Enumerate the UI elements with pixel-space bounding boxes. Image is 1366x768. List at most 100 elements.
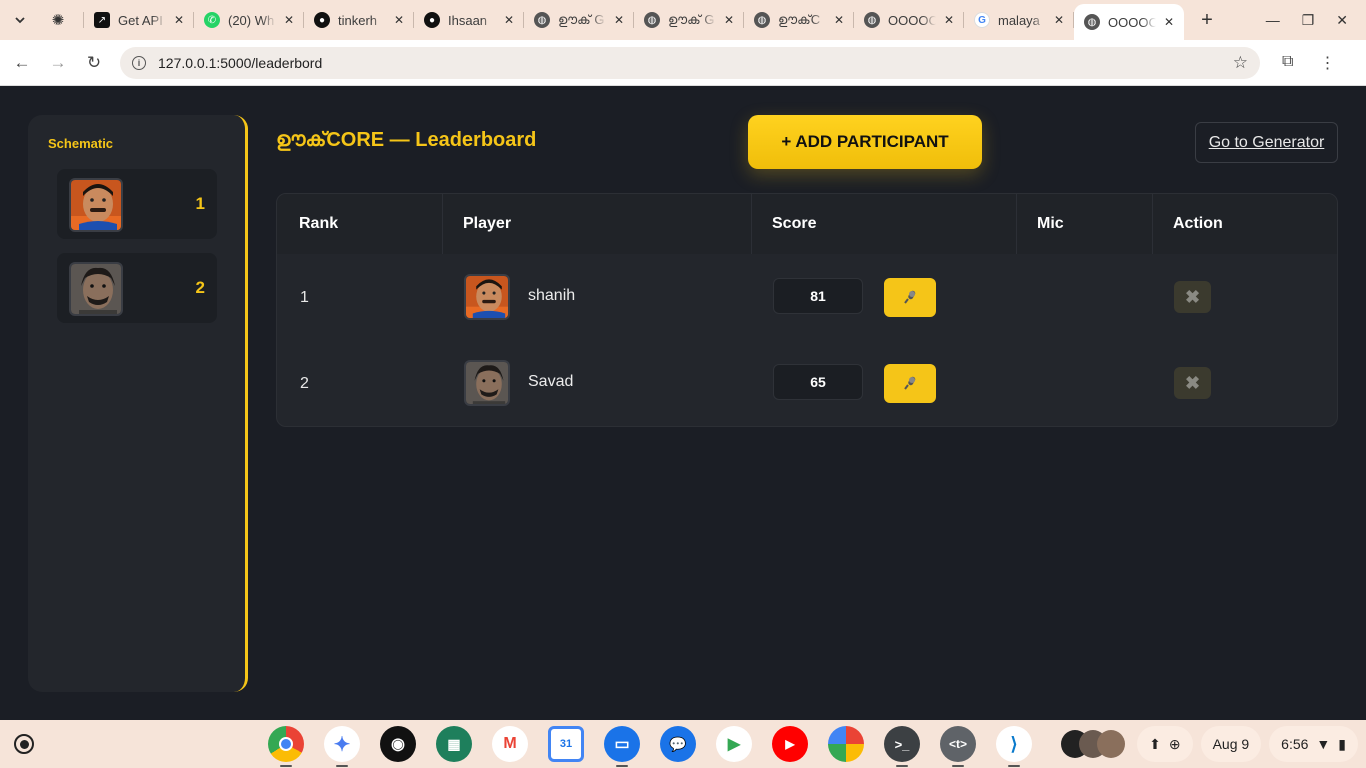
sidebar-item[interactable]: 1 <box>57 169 217 239</box>
tab-ook-c[interactable]: ◍ ഊക്C ✕ <box>744 0 854 40</box>
tab-title: ഊക് G <box>668 12 715 27</box>
extensions-icon[interactable]: ⧉ <box>1282 53 1293 73</box>
tray-avatars[interactable] <box>1057 726 1129 762</box>
files-icon[interactable]: ▭ <box>604 726 640 767</box>
avatar <box>69 262 123 316</box>
score-field[interactable]: 81 <box>773 278 863 314</box>
table-row: 2 Savad 65 ✖ <box>277 340 1337 426</box>
close-tab-icon[interactable]: ✕ <box>1164 15 1174 29</box>
tab-ooooc-active[interactable]: ◍ OOOOC ✕ <box>1074 4 1184 40</box>
globe-icon: ◍ <box>534 12 550 28</box>
globe-icon: ◍ <box>644 12 660 28</box>
reload-icon[interactable]: ↻ <box>76 53 112 73</box>
globe-icon: ◍ <box>1084 14 1100 30</box>
chrome-icon[interactable] <box>268 726 304 767</box>
close-tab-icon[interactable]: ✕ <box>944 13 954 27</box>
bookmark-star-icon[interactable]: ☆ <box>1233 53 1248 73</box>
mic-button[interactable] <box>884 364 936 403</box>
launcher-icon[interactable] <box>14 734 34 754</box>
tab-title: ഊക് G <box>558 12 605 27</box>
close-tab-icon[interactable]: ✕ <box>174 13 184 27</box>
upload-icon[interactable]: ⬆ <box>1149 736 1161 753</box>
player-avatar <box>464 274 510 320</box>
pinned-apps: ✦ ◉ ▦ M 31 ▭ 💬 ▶ ▶ >_ <t> ⟩ <box>268 726 1032 767</box>
avatar-savad-image <box>71 264 121 314</box>
minimize-icon[interactable]: — <box>1266 12 1280 28</box>
tray-actions[interactable]: ⬆ ⊕ <box>1137 726 1193 762</box>
close-tab-icon[interactable]: ✕ <box>1054 13 1064 27</box>
close-tab-icon[interactable]: ✕ <box>504 13 514 27</box>
tab-title: OOOOC <box>888 12 936 28</box>
api-icon: ↗ <box>94 12 110 28</box>
vscode-icon[interactable]: ⟩ <box>996 726 1032 767</box>
tab-get-api[interactable]: ↗ Get API ✕ <box>84 0 194 40</box>
tab-ook-g-1[interactable]: ◍ ഊക് G ✕ <box>524 0 634 40</box>
score-field[interactable]: 65 <box>773 364 863 400</box>
tab-openai[interactable]: ✺ <box>40 0 84 40</box>
messages-icon[interactable]: 💬 <box>660 726 696 762</box>
forward-arrow-icon[interactable]: → <box>40 53 76 73</box>
add-icon[interactable]: ⊕ <box>1169 736 1181 753</box>
delete-x-icon: ✖ <box>1184 372 1201 393</box>
tab-search-button[interactable] <box>6 6 34 34</box>
sidebar-item[interactable]: 2 <box>57 253 217 323</box>
microphone-icon <box>904 290 916 304</box>
go-to-generator-link[interactable]: Go to Generator <box>1195 122 1338 163</box>
site-info-icon[interactable]: i <box>132 55 146 70</box>
close-tab-icon[interactable]: ✕ <box>284 13 294 27</box>
mic-button[interactable] <box>884 278 936 317</box>
globe-icon: ◍ <box>864 12 880 28</box>
calendar-icon[interactable]: 31 <box>548 726 584 762</box>
table-header: Rank Player Score Mic Action <box>277 194 1337 254</box>
gmail-icon[interactable]: M <box>492 726 528 762</box>
play-store-icon[interactable]: ▶ <box>716 726 752 762</box>
tab-github-tinkerhub[interactable]: ● tinkerh ✕ <box>304 0 414 40</box>
browser-toolbar: ← → ↻ i 127.0.0.1:5000/leaderbord ☆ ⧉ ⋮ <box>0 40 1366 86</box>
sidebar-rank: 1 <box>195 194 205 213</box>
delete-button[interactable]: ✖ <box>1174 281 1211 313</box>
youtube-icon[interactable]: ▶ <box>772 726 808 762</box>
tab-whatsapp[interactable]: ✆ (20) Wh ✕ <box>194 0 304 40</box>
whatsapp-icon: ✆ <box>204 12 220 28</box>
tab-github-ihsaan[interactable]: ● Ihsaan ✕ <box>414 0 524 40</box>
podcasts-icon[interactable]: ◉ <box>380 726 416 762</box>
close-tab-icon[interactable]: ✕ <box>394 13 404 27</box>
tab-ooooc-1[interactable]: ◍ OOOOC ✕ <box>854 0 964 40</box>
row-rank: 1 <box>300 289 309 306</box>
tab-google-malayalam[interactable]: G malaya ✕ <box>964 0 1074 40</box>
tab-title: malaya <box>998 12 1040 28</box>
github-icon: ● <box>314 12 330 28</box>
close-tab-icon[interactable]: ✕ <box>614 13 624 27</box>
leaderboard-page: Schematic 1 2 ഊക്CORE — Leaderboard + AD… <box>0 87 1366 720</box>
quick-settings[interactable]: 6:56 ▼ ▮ <box>1269 726 1358 762</box>
window-controls: — ❐ ✕ <box>1266 0 1366 40</box>
globe-icon: ◍ <box>754 12 770 28</box>
chevron-down-icon <box>15 17 25 24</box>
close-tab-icon[interactable]: ✕ <box>724 13 734 27</box>
app-grid-icon[interactable]: ▦ <box>436 726 472 762</box>
gemini-icon[interactable]: ✦ <box>324 726 360 767</box>
google-icon: G <box>974 12 990 28</box>
avatar <box>1097 730 1126 758</box>
column-header-action: Action <box>1173 215 1223 232</box>
close-window-icon[interactable]: ✕ <box>1336 12 1348 29</box>
column-header-score: Score <box>752 194 1017 254</box>
battery-icon: ▮ <box>1338 735 1346 752</box>
photos-icon[interactable] <box>828 726 864 762</box>
delete-button[interactable]: ✖ <box>1174 367 1211 399</box>
back-arrow-icon[interactable]: ← <box>4 53 40 73</box>
address-bar[interactable]: i 127.0.0.1:5000/leaderbord ☆ <box>120 46 1260 79</box>
avatar-shanih-image <box>71 180 121 230</box>
close-tab-icon[interactable]: ✕ <box>834 13 844 27</box>
restore-icon[interactable]: ❐ <box>1302 12 1315 29</box>
player-name: Savad <box>528 373 574 390</box>
tab-title: (20) Wh <box>228 12 275 28</box>
tab-ook-g-2[interactable]: ◍ ഊക് G ✕ <box>634 0 744 40</box>
text-editor-icon[interactable]: <t> <box>940 726 976 767</box>
date-pill[interactable]: Aug 9 <box>1200 726 1262 762</box>
add-participant-button[interactable]: + ADD PARTICIPANT <box>748 115 982 169</box>
more-menu-icon[interactable]: ⋮ <box>1319 53 1335 73</box>
url-text[interactable]: 127.0.0.1:5000/leaderbord <box>158 55 1221 71</box>
new-tab-button[interactable]: + <box>1192 9 1222 32</box>
terminal-icon[interactable]: >_ <box>884 726 920 767</box>
